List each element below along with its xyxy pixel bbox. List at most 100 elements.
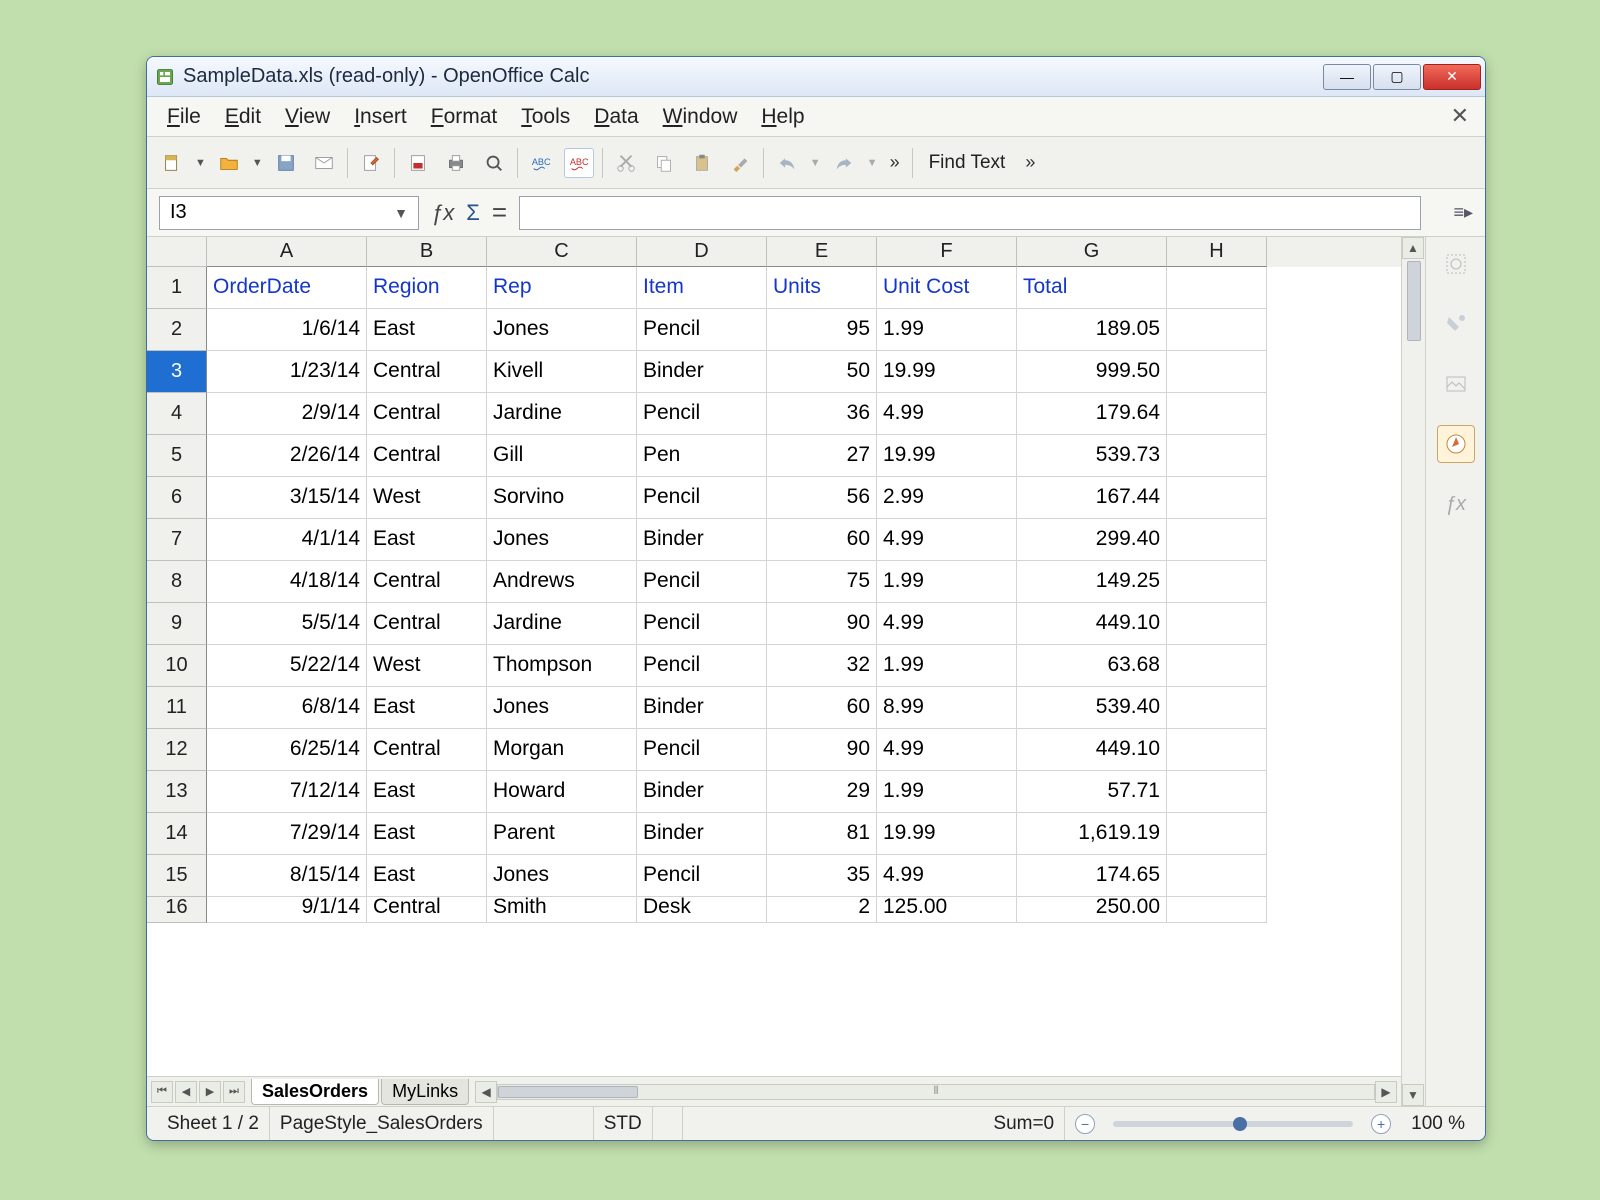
row-header[interactable]: 2	[147, 309, 207, 351]
cell[interactable]	[1167, 519, 1267, 561]
cell[interactable]: Jardine	[487, 393, 637, 435]
cell[interactable]: West	[367, 477, 487, 519]
row-header[interactable]: 15	[147, 855, 207, 897]
cell[interactable]: Binder	[637, 687, 767, 729]
cell[interactable]: 29	[767, 771, 877, 813]
cell[interactable]: West	[367, 645, 487, 687]
cell[interactable]	[1167, 687, 1267, 729]
cell[interactable]: Howard	[487, 771, 637, 813]
cell[interactable]: 27	[767, 435, 877, 477]
cell[interactable]: Central	[367, 393, 487, 435]
cell[interactable]: 539.40	[1017, 687, 1167, 729]
cell[interactable]: Jardine	[487, 603, 637, 645]
scroll-up-button[interactable]: ▲	[1402, 237, 1424, 259]
tab-first-button[interactable]: ⏮	[151, 1081, 173, 1103]
menu-help[interactable]: Help	[751, 101, 814, 133]
cell[interactable]: 125.00	[877, 897, 1017, 923]
row-header[interactable]: 14	[147, 813, 207, 855]
new-doc-icon[interactable]	[157, 148, 187, 178]
cell[interactable]: Andrews	[487, 561, 637, 603]
pdf-icon[interactable]	[403, 148, 433, 178]
cell[interactable]: 81	[767, 813, 877, 855]
cell[interactable]	[1167, 645, 1267, 687]
cell[interactable]: East	[367, 813, 487, 855]
cell[interactable]: 167.44	[1017, 477, 1167, 519]
column-header-E[interactable]: E	[767, 237, 877, 267]
styles-icon[interactable]	[1437, 305, 1475, 343]
zoom-slider[interactable]	[1113, 1121, 1353, 1127]
cell[interactable]: Jones	[487, 855, 637, 897]
cell[interactable]: Jones	[487, 519, 637, 561]
row-header[interactable]: 12	[147, 729, 207, 771]
select-all-corner[interactable]	[147, 237, 207, 267]
titlebar[interactable]: SampleData.xls (read-only) - OpenOffice …	[147, 57, 1485, 97]
dropdown-arrow-icon[interactable]: ▼	[867, 157, 878, 169]
row-header[interactable]: 6	[147, 477, 207, 519]
cell[interactable]: 57.71	[1017, 771, 1167, 813]
cell[interactable]	[1167, 435, 1267, 477]
zoom-out-button[interactable]: −	[1075, 1114, 1095, 1134]
cell[interactable]: East	[367, 687, 487, 729]
toolbar-overflow-icon[interactable]: »	[886, 152, 904, 173]
horizontal-scrollbar[interactable]: ◀ ⦀ ▶	[475, 1081, 1397, 1103]
cell[interactable]: 8/15/14	[207, 855, 367, 897]
maximize-button[interactable]: ▢	[1373, 64, 1421, 90]
cell[interactable]: East	[367, 855, 487, 897]
cell[interactable]: 56	[767, 477, 877, 519]
cell[interactable]: 250.00	[1017, 897, 1167, 923]
row-header[interactable]: 10	[147, 645, 207, 687]
cell[interactable]: Item	[637, 267, 767, 309]
cell[interactable]: 75	[767, 561, 877, 603]
cell[interactable]: Region	[367, 267, 487, 309]
cell[interactable]: 60	[767, 519, 877, 561]
cell[interactable]: Unit Cost	[877, 267, 1017, 309]
cell[interactable]: 539.73	[1017, 435, 1167, 477]
copy-icon[interactable]	[649, 148, 679, 178]
dropdown-arrow-icon[interactable]: ▼	[195, 157, 206, 169]
cell[interactable]	[1167, 771, 1267, 813]
cell[interactable]	[1167, 351, 1267, 393]
cell[interactable]: Pencil	[637, 309, 767, 351]
cell[interactable]: Smith	[487, 897, 637, 923]
cell[interactable]: 2	[767, 897, 877, 923]
minimize-button[interactable]: —	[1323, 64, 1371, 90]
cell[interactable]: Sorvino	[487, 477, 637, 519]
open-icon[interactable]	[214, 148, 244, 178]
cell[interactable]: Thompson	[487, 645, 637, 687]
autospellcheck-icon[interactable]: ABC	[564, 148, 594, 178]
cell[interactable]: Central	[367, 897, 487, 923]
column-header-D[interactable]: D	[637, 237, 767, 267]
cell[interactable]: Units	[767, 267, 877, 309]
row-header[interactable]: 1	[147, 267, 207, 309]
close-document-button[interactable]: ✕	[1445, 103, 1475, 129]
cell[interactable]: Central	[367, 435, 487, 477]
edit-icon[interactable]	[356, 148, 386, 178]
cell[interactable]	[1167, 477, 1267, 519]
formula-input[interactable]	[519, 196, 1421, 230]
cell[interactable]: 4.99	[877, 519, 1017, 561]
cell[interactable]: 32	[767, 645, 877, 687]
cell[interactable]: 1/23/14	[207, 351, 367, 393]
redo-icon[interactable]	[829, 148, 859, 178]
cell[interactable]: 4.99	[877, 855, 1017, 897]
cell[interactable]: Binder	[637, 813, 767, 855]
cell[interactable]	[1167, 267, 1267, 309]
cell[interactable]: 7/12/14	[207, 771, 367, 813]
cell[interactable]: Jones	[487, 687, 637, 729]
cell[interactable]: 36	[767, 393, 877, 435]
cell[interactable]: 299.40	[1017, 519, 1167, 561]
row-header[interactable]: 4	[147, 393, 207, 435]
menu-data[interactable]: Data	[584, 101, 648, 133]
function-wizard-icon[interactable]: ƒx	[431, 200, 454, 226]
cell[interactable]: 8.99	[877, 687, 1017, 729]
cell[interactable]: 35	[767, 855, 877, 897]
cell[interactable]: Binder	[637, 519, 767, 561]
tab-next-button[interactable]: ▶	[199, 1081, 221, 1103]
cell[interactable]: 4.99	[877, 603, 1017, 645]
menu-view[interactable]: View	[275, 101, 340, 133]
zoom-in-button[interactable]: +	[1371, 1114, 1391, 1134]
cell[interactable]: 2/26/14	[207, 435, 367, 477]
menu-format[interactable]: Format	[421, 101, 508, 133]
cell[interactable]: 149.25	[1017, 561, 1167, 603]
cell[interactable]: Central	[367, 729, 487, 771]
